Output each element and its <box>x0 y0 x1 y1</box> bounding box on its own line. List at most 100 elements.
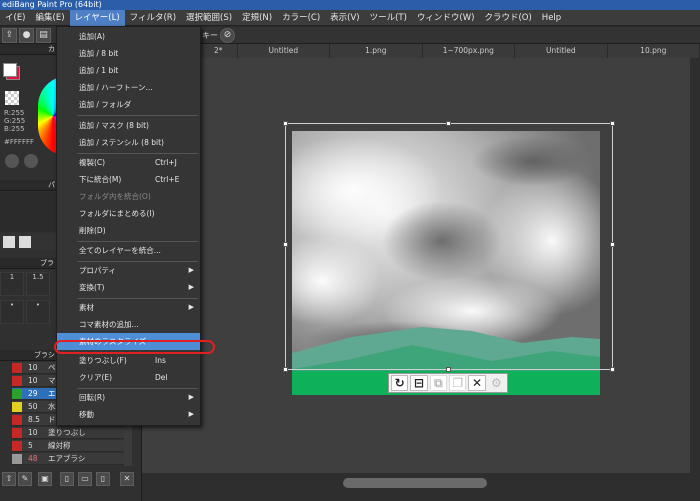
tab-untitled-2[interactable]: Untitled <box>515 44 608 58</box>
menu-item-move[interactable]: 移動 ▶ <box>57 406 200 423</box>
highlight-callout <box>54 340 215 354</box>
handle-bottom-middle[interactable] <box>446 367 451 372</box>
menu-separator <box>77 115 198 116</box>
trash-icon[interactable]: ✕ <box>120 472 134 486</box>
rgb-g: G:255 <box>4 117 26 125</box>
transparent-swatch[interactable] <box>5 91 19 105</box>
menu-item-transform[interactable]: 変換(T) ▶ <box>57 279 200 296</box>
lock-icon[interactable]: ⊟ <box>410 375 428 391</box>
submenu-arrow-icon: ▶ <box>188 410 194 418</box>
brush-color-swatch <box>12 454 22 464</box>
menu-tool[interactable]: ツール(T) <box>365 10 412 26</box>
handle-middle-right[interactable] <box>610 242 615 247</box>
document-tabs: 2* Untitled 1.png 1~700px.png Untitled 1… <box>200 44 700 58</box>
menu-item-fill[interactable]: 塗りつぶし(F) Ins <box>57 352 200 369</box>
upload-icon[interactable]: ⇧ <box>2 472 16 486</box>
menu-view-edit[interactable]: イ(E) <box>0 10 31 26</box>
tab-10-png[interactable]: 10.png <box>608 44 700 58</box>
new-page-icon[interactable] <box>3 236 15 248</box>
menu-item-clear[interactable]: クリア(E) Del <box>57 369 200 386</box>
chat-icon[interactable]: ● <box>19 28 34 43</box>
menu-item-add-stencil[interactable]: 追加 / ステンシル (8 bit) <box>57 134 200 151</box>
page-icon[interactable]: ▯ <box>60 472 74 486</box>
brush-size-cell[interactable]: 1.5 <box>26 272 50 296</box>
menu-item-add-8bit[interactable]: 追加 / 8 bit <box>57 45 200 62</box>
prohibit-icon[interactable]: ⊘ <box>220 28 235 43</box>
vertical-scrollbar[interactable] <box>690 58 700 473</box>
menu-item-add-mask[interactable]: 追加 / マスク (8 bit) <box>57 117 200 134</box>
menu-item-add-halftone[interactable]: 追加 / ハーフトーン... <box>57 79 200 96</box>
palette-icon[interactable] <box>5 154 19 168</box>
close-icon[interactable]: ✕ <box>468 375 486 391</box>
tab-1-png[interactable]: 1.png <box>330 44 423 58</box>
gear-icon[interactable]: ⚙ <box>488 375 505 391</box>
hex-value: #FFFFFF <box>4 138 35 146</box>
menu-window[interactable]: ウィンドウ(W) <box>412 10 480 26</box>
menu-item-rotate[interactable]: 回転(R) ▶ <box>57 389 200 406</box>
brush-size-cell[interactable]: • <box>26 300 50 324</box>
tab-1-700px-png[interactable]: 1~700px.png <box>423 44 516 58</box>
stamp-icon[interactable]: ▣ <box>38 472 52 486</box>
tab-2[interactable]: 2* <box>200 44 238 58</box>
delete-icon[interactable] <box>19 236 31 248</box>
brush-color-swatch <box>12 363 22 373</box>
eyedropper-icon[interactable] <box>24 154 38 168</box>
menu-edit[interactable]: 編集(E) <box>31 10 70 26</box>
transform-selection-box[interactable] <box>283 121 615 372</box>
handle-top-right[interactable] <box>610 121 615 126</box>
handle-middle-left[interactable] <box>283 242 288 247</box>
submenu-arrow-icon: ▶ <box>188 283 194 291</box>
menu-item-add-frame-material[interactable]: コマ素材の追加... <box>57 316 200 333</box>
menu-help[interactable]: Help <box>537 10 566 26</box>
rotate-icon[interactable]: ↻ <box>391 375 409 391</box>
menu-item-add-1bit[interactable]: 追加 / 1 bit <box>57 62 200 79</box>
menu-item-merge-down[interactable]: 下に統合(M) Ctrl+E <box>57 171 200 188</box>
menu-item-merge-folder[interactable]: フォルダ内を統合(O) <box>57 188 200 205</box>
brush-row[interactable]: 5 線対称 <box>12 440 124 452</box>
menu-cloud[interactable]: クラウド(O) <box>479 10 536 26</box>
duplicate-icon[interactable]: ⧉ <box>429 375 448 391</box>
submenu-arrow-icon: ▶ <box>188 393 194 401</box>
comment-icon[interactable]: ▤ <box>36 28 51 43</box>
brush-row[interactable]: 10 塗りつぶし <box>12 427 124 439</box>
menu-layer[interactable]: レイヤー(L) <box>69 9 125 26</box>
share-icon[interactable]: ⇪ <box>2 28 17 43</box>
brush-row[interactable]: 48 エアブラシ <box>12 453 124 465</box>
layer-menu-dropdown: 追加(A) 追加 / 8 bit 追加 / 1 bit 追加 / ハーフトーン.… <box>56 26 201 426</box>
menu-selection[interactable]: 選択範囲(S) <box>181 10 237 26</box>
window-title-bar: ediBang Paint Pro (64bit) <box>0 0 700 10</box>
copy-icon[interactable]: ❐ <box>449 375 467 391</box>
menu-filter[interactable]: フィルタ(R) <box>125 10 181 26</box>
submenu-arrow-icon: ▶ <box>188 266 194 274</box>
brush-color-swatch <box>12 402 22 412</box>
rgb-r: R:255 <box>4 109 25 117</box>
tab-untitled[interactable]: Untitled <box>238 44 331 58</box>
handle-bottom-right[interactable] <box>610 367 615 372</box>
brush-size-cell[interactable]: 1 <box>0 272 24 296</box>
menu-item-delete[interactable]: 削除(D) <box>57 222 200 239</box>
menu-item-properties[interactable]: プロパティ ▶ <box>57 262 200 279</box>
menu-item-add-folder[interactable]: 追加 / フォルダ <box>57 96 200 113</box>
window-title: ediBang Paint Pro (64bit) <box>2 0 102 9</box>
handle-bottom-left[interactable] <box>283 367 288 372</box>
menu-color[interactable]: カラー(C) <box>277 10 325 26</box>
menu-ruler[interactable]: 定規(N) <box>237 10 277 26</box>
submenu-arrow-icon: ▶ <box>188 303 194 311</box>
menu-bar: イ(E) 編集(E) レイヤー(L) フィルタ(R) 選択範囲(S) 定規(N)… <box>0 9 700 26</box>
horizontal-scroll-thumb[interactable] <box>343 478 487 488</box>
brush-add-icon[interactable]: ✎ <box>18 472 32 486</box>
menu-item-merge-all[interactable]: 全てのレイヤーを統合... <box>57 242 200 259</box>
folder-icon[interactable]: ▭ <box>78 472 92 486</box>
copy-page-icon[interactable]: ▯ <box>96 472 110 486</box>
menu-view[interactable]: 表示(V) <box>325 10 364 26</box>
handle-top-middle[interactable] <box>446 121 451 126</box>
menu-item-group-folder[interactable]: フォルダにまとめる(I) <box>57 205 200 222</box>
handle-top-left[interactable] <box>283 121 288 126</box>
menu-item-material[interactable]: 素材 ▶ <box>57 299 200 316</box>
brush-size-cell[interactable]: • <box>0 300 24 324</box>
menu-item-duplicate[interactable]: 複製(C) Ctrl+J <box>57 154 200 171</box>
secondary-color-swatch[interactable] <box>3 63 17 77</box>
brush-color-swatch <box>12 389 22 399</box>
menu-item-add[interactable]: 追加(A) <box>57 28 200 45</box>
brush-color-swatch <box>12 441 22 451</box>
